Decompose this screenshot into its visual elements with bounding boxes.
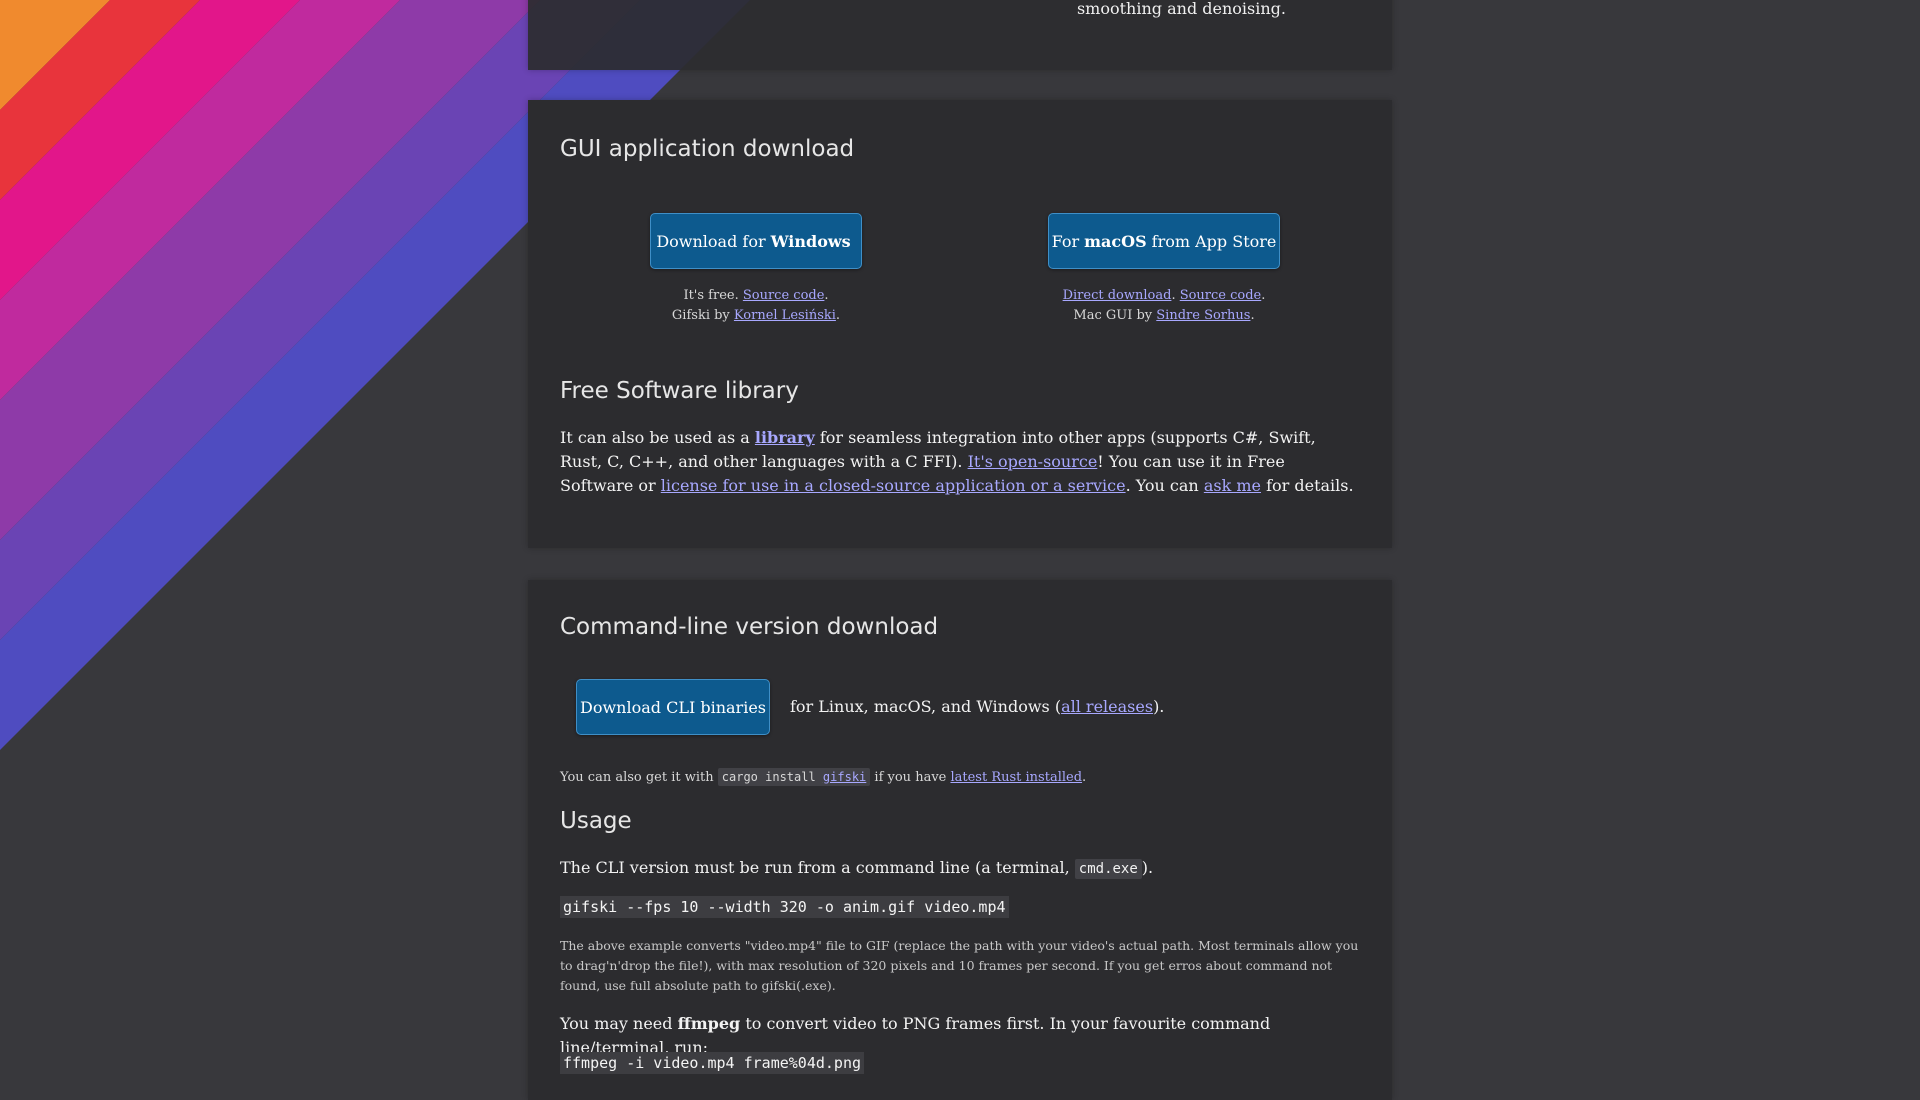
windows-note-period: . bbox=[824, 288, 829, 303]
direct-download-link[interactable]: Direct download bbox=[1063, 288, 1172, 303]
windows-source-code-link[interactable]: Source code bbox=[743, 288, 825, 303]
gui-download-heading: GUI application download bbox=[560, 136, 855, 162]
cli-platforms-text: for Linux, macOS, and Windows (all relea… bbox=[790, 695, 1290, 719]
command-explanation-note: The above example converts "video.mp4" f… bbox=[560, 938, 1359, 993]
mac-button-bold: macOS bbox=[1084, 231, 1147, 251]
cmd-exe-code: cmd.exe bbox=[1074, 859, 1142, 879]
usage-paragraph: The CLI version must be run from a comma… bbox=[560, 856, 1360, 881]
previous-section-text: smoothing and denoising. bbox=[1076, 0, 1286, 18]
gifski-by-text: Gifski by bbox=[671, 308, 734, 323]
cargo-install-code: cargo install gifski bbox=[717, 768, 871, 786]
open-source-link[interactable]: It's open-source bbox=[968, 452, 1098, 471]
sindre-sorhus-link[interactable]: Sindre Sorhus bbox=[1156, 308, 1250, 323]
author-link[interactable]: Kornel Lesiński bbox=[734, 308, 836, 323]
gui-download-card: GUI application download Download for Wi… bbox=[528, 100, 1392, 548]
platforms-end: ). bbox=[1153, 697, 1165, 716]
cargo-install-note: You can also get it with cargo install g… bbox=[560, 767, 1360, 788]
gifski-crate-link[interactable]: gifski bbox=[823, 770, 866, 784]
ffmpeg-command-example: ffmpeg -i video.mp4 frame%04d.png bbox=[560, 1052, 865, 1074]
ffmpeg-text-1: You may need bbox=[560, 1014, 678, 1033]
windows-download-note: It's free. Source code. Gifski by Kornel… bbox=[616, 286, 896, 326]
platforms-text: for Linux, macOS, and Windows ( bbox=[790, 697, 1062, 716]
mac-download-note: Direct download. Source code. Mac GUI by… bbox=[1024, 286, 1304, 326]
windows-note-text: It's free. bbox=[683, 288, 743, 303]
cargo-text-1: You can also get it with bbox=[560, 770, 718, 785]
usage-heading: Usage bbox=[560, 808, 632, 834]
gifski-by-period: . bbox=[835, 308, 841, 323]
cli-download-card: Command-line version download Download C… bbox=[528, 580, 1392, 1100]
library-text-5: for details. bbox=[1261, 476, 1354, 495]
macos-app-store-button[interactable]: For macOS from App Store bbox=[1048, 213, 1280, 269]
mac-note-separator: . bbox=[1171, 288, 1180, 303]
mac-gui-by-period: . bbox=[1250, 308, 1255, 323]
library-paragraph: It can also be used as a library for sea… bbox=[560, 426, 1360, 498]
gifski-command-example: gifski --fps 10 --width 320 -o anim.gif … bbox=[560, 896, 1009, 918]
windows-button-prefix: Download for bbox=[656, 231, 766, 251]
ffmpeg-bold: ffmpeg bbox=[677, 1014, 741, 1033]
latest-rust-link[interactable]: latest Rust installed bbox=[950, 770, 1082, 785]
license-link[interactable]: license for use in a closed-source appli… bbox=[661, 476, 1126, 495]
library-text-4: . You can bbox=[1125, 476, 1204, 495]
library-text-1: It can also be used as a bbox=[560, 428, 755, 447]
previous-section-card: smoothing and denoising. bbox=[528, 0, 1392, 70]
download-windows-button[interactable]: Download for Windows bbox=[650, 213, 862, 269]
usage-text-1: The CLI version must be run from a comma… bbox=[560, 858, 1075, 877]
usage-text-end: ). bbox=[1141, 858, 1154, 877]
all-releases-link[interactable]: all releases bbox=[1061, 697, 1153, 716]
windows-button-bold: Windows bbox=[770, 231, 851, 251]
mac-gui-by-text: Mac GUI by bbox=[1073, 308, 1157, 323]
cargo-text-end: . bbox=[1082, 770, 1087, 785]
download-cli-binaries-button[interactable]: Download CLI binaries bbox=[576, 679, 770, 735]
library-link[interactable]: library bbox=[755, 428, 815, 447]
ask-me-link[interactable]: ask me bbox=[1204, 476, 1261, 495]
mac-button-suffix: from App Store bbox=[1151, 231, 1277, 251]
cargo-text-2: if you have bbox=[870, 770, 951, 785]
cargo-install-command: cargo install bbox=[721, 770, 823, 784]
mac-source-code-link[interactable]: Source code bbox=[1180, 288, 1262, 303]
mac-note-period: . bbox=[1261, 288, 1266, 303]
free-software-library-heading: Free Software library bbox=[560, 378, 799, 404]
cli-download-heading: Command-line version download bbox=[560, 614, 939, 640]
mac-button-prefix: For bbox=[1051, 231, 1080, 251]
